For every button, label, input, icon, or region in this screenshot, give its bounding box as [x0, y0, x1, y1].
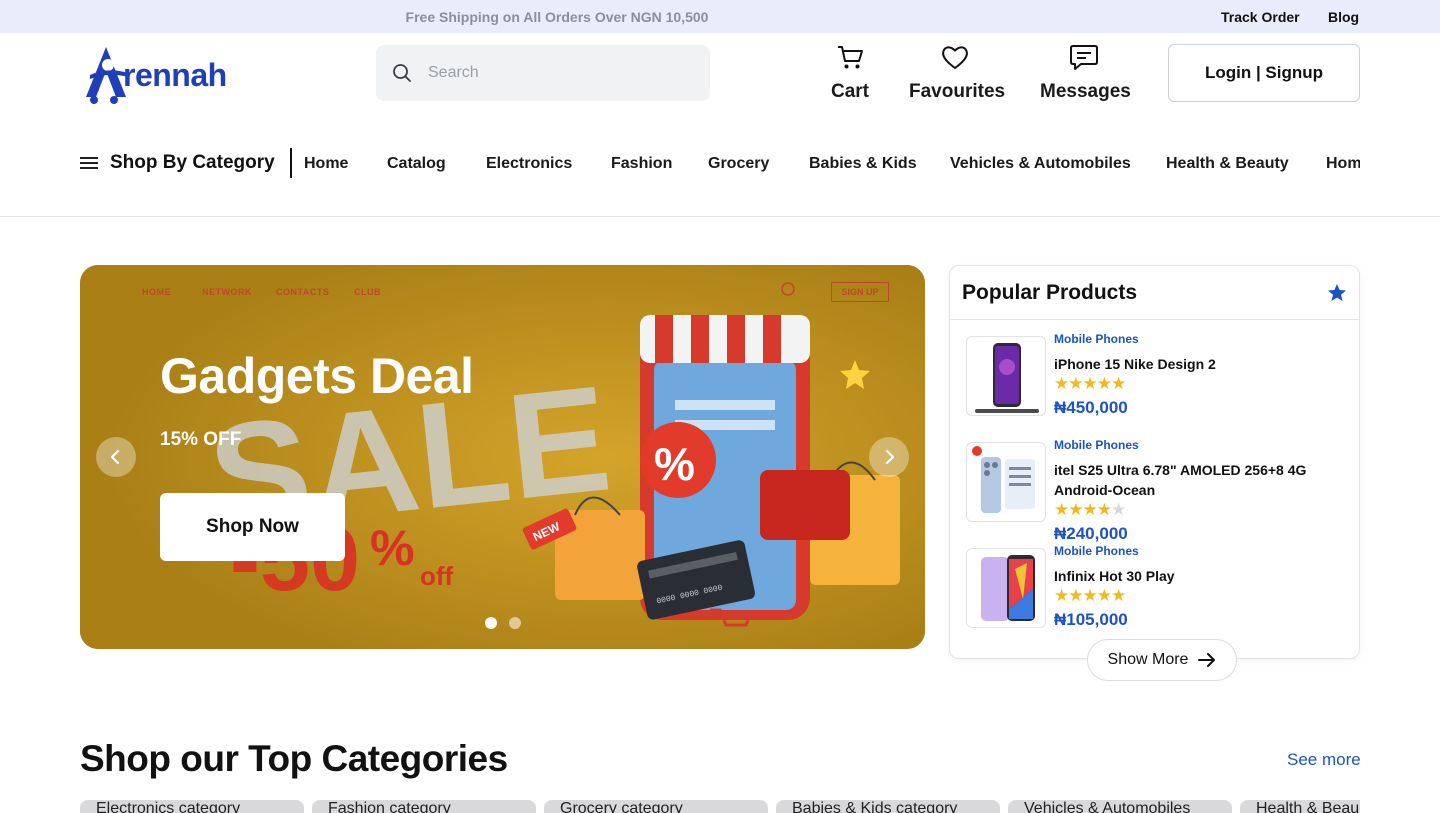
product-category[interactable]: Mobile Phones	[1054, 438, 1139, 452]
search-bar	[376, 45, 710, 101]
chevron-left-icon	[110, 449, 120, 465]
carousel-next-button[interactable]	[869, 437, 909, 477]
product-category[interactable]: Mobile Phones	[1054, 332, 1139, 346]
hero-mini-nav-contacts: CONTACTS	[276, 287, 330, 297]
product-price: ₦105,000	[1054, 610, 1128, 629]
cart-button[interactable]: Cart	[830, 42, 870, 103]
category-card-label: Grocery category	[560, 800, 683, 813]
favourites-label: Favourites	[909, 81, 1006, 102]
nav-link-babies-kids[interactable]: Babies & Kids	[809, 155, 917, 173]
track-order-link[interactable]: Track Order	[1221, 9, 1300, 25]
see-more-link[interactable]: See more	[1287, 750, 1361, 770]
nav-separator	[0, 216, 1440, 217]
phone-image	[972, 446, 1035, 513]
category-card-vehicles[interactable]: Vehicles & Automobiles	[1008, 800, 1232, 813]
hero-carousel: SALE -50 % off % 0000 0000 0000	[80, 265, 925, 649]
svg-text:%: %	[654, 438, 695, 490]
product-thumbnail-infinix[interactable]	[966, 548, 1046, 628]
product-thumbnail-iphone[interactable]	[966, 336, 1046, 416]
product-name[interactable]: Infinix Hot 30 Play	[1054, 566, 1344, 586]
product-price: ₦240,000	[1054, 524, 1128, 543]
hero-mini-nav-club: CLUB	[354, 287, 381, 297]
category-card-health-beauty[interactable]: Health & Beau	[1240, 800, 1360, 813]
rating-stars: ★★★★★	[1054, 500, 1126, 519]
messages-label: Messages	[1040, 81, 1131, 102]
show-more-button[interactable]: Show More	[1087, 639, 1237, 681]
cart-label: Cart	[830, 81, 869, 102]
carousel-dot-1[interactable]	[485, 617, 497, 629]
popular-products-title: Popular Products	[962, 281, 1138, 304]
shop-by-category-button[interactable]: Shop By Category	[80, 149, 275, 177]
product-thumbnail-itel[interactable]	[966, 442, 1046, 522]
brand-name[interactable]: rennah	[123, 57, 227, 94]
top-categories-title: Shop our Top Categories	[80, 738, 508, 779]
category-card-label: Health & Beau	[1256, 800, 1360, 813]
chat-icon	[1070, 45, 1098, 70]
menu-icon	[80, 154, 98, 172]
star-icon	[1328, 284, 1346, 301]
carousel-prev-button[interactable]	[96, 437, 136, 477]
cart-icon	[838, 46, 863, 69]
nav-link-home-more[interactable]: Hom	[1326, 155, 1360, 173]
product-name[interactable]: iPhone 15 Nike Design 2	[1054, 354, 1344, 374]
category-card-electronics[interactable]: Electronics category	[80, 800, 304, 813]
search-icon[interactable]	[392, 63, 412, 83]
heart-icon	[942, 46, 968, 70]
phone-image	[975, 343, 1039, 413]
category-card-fashion[interactable]: Fashion category	[312, 800, 536, 813]
main-nav: Shop By Category Home Catalog Electronic…	[80, 145, 1360, 181]
category-card-label: Vehicles & Automobiles	[1024, 800, 1191, 813]
search-input[interactable]	[428, 45, 698, 101]
category-card-grocery[interactable]: Grocery category	[544, 800, 768, 813]
category-card-babies-kids[interactable]: Babies & Kids category	[776, 800, 1000, 813]
shop-by-category-label: Shop By Category	[110, 152, 275, 173]
hero-off-backdrop: off	[420, 561, 454, 591]
login-signup-button[interactable]: Login | Signup	[1168, 44, 1360, 102]
nav-link-fashion[interactable]: Fashion	[611, 155, 672, 173]
hero-mini-nav-home: HOME	[142, 287, 171, 297]
arrow-right-icon	[1198, 653, 1216, 667]
svg-text:%: %	[370, 520, 414, 576]
hero-background-art: SALE -50 % off % 0000 0000 0000	[80, 265, 925, 649]
hero-mini-signup: SIGN UP	[831, 282, 889, 302]
popular-products-panel: Popular Products Mobile Phones iPhone 15…	[949, 265, 1360, 659]
nav-link-electronics[interactable]: Electronics	[486, 155, 572, 173]
nav-link-home[interactable]: Home	[304, 155, 348, 173]
favourites-button[interactable]: Favourites	[909, 42, 1006, 103]
top-bar: Free Shipping on All Orders Over NGN 10,…	[0, 0, 1440, 33]
nav-link-vehicles[interactable]: Vehicles & Automobiles	[950, 155, 1131, 173]
chevron-right-icon	[885, 449, 895, 465]
messages-button[interactable]: Messages	[1040, 42, 1131, 103]
nav-link-catalog[interactable]: Catalog	[387, 155, 446, 173]
carousel-dot-2[interactable]	[509, 617, 521, 629]
blog-link[interactable]: Blog	[1328, 9, 1359, 25]
category-card-label: Electronics category	[96, 800, 241, 813]
hero-mini-nav-network: NETWORK	[202, 287, 252, 297]
rating-stars: ★★★★★	[1054, 374, 1126, 393]
popular-products-divider	[950, 319, 1359, 320]
product-name[interactable]: itel S25 Ultra 6.78" AMOLED 256+8 4G And…	[1054, 460, 1344, 500]
free-shipping-banner: Free Shipping on All Orders Over NGN 10,…	[405, 9, 709, 25]
category-card-label: Fashion category	[328, 800, 451, 813]
nav-link-health-beauty[interactable]: Health & Beauty	[1166, 155, 1289, 173]
category-cards: Electronics category Fashion category Gr…	[80, 800, 1360, 813]
hero-offer: 15% OFF	[160, 429, 242, 450]
show-more-label: Show More	[1107, 651, 1189, 668]
shop-now-button[interactable]: Shop Now	[160, 493, 345, 561]
category-card-label: Babies & Kids category	[792, 800, 958, 813]
rating-stars: ★★★★★	[1054, 586, 1126, 605]
product-price: ₦450,000	[1054, 398, 1128, 417]
phone-image	[981, 555, 1035, 621]
nav-divider	[290, 148, 292, 178]
product-category[interactable]: Mobile Phones	[1054, 544, 1139, 558]
hero-headline: Gadgets Deal	[160, 348, 474, 404]
nav-link-grocery[interactable]: Grocery	[708, 155, 769, 173]
